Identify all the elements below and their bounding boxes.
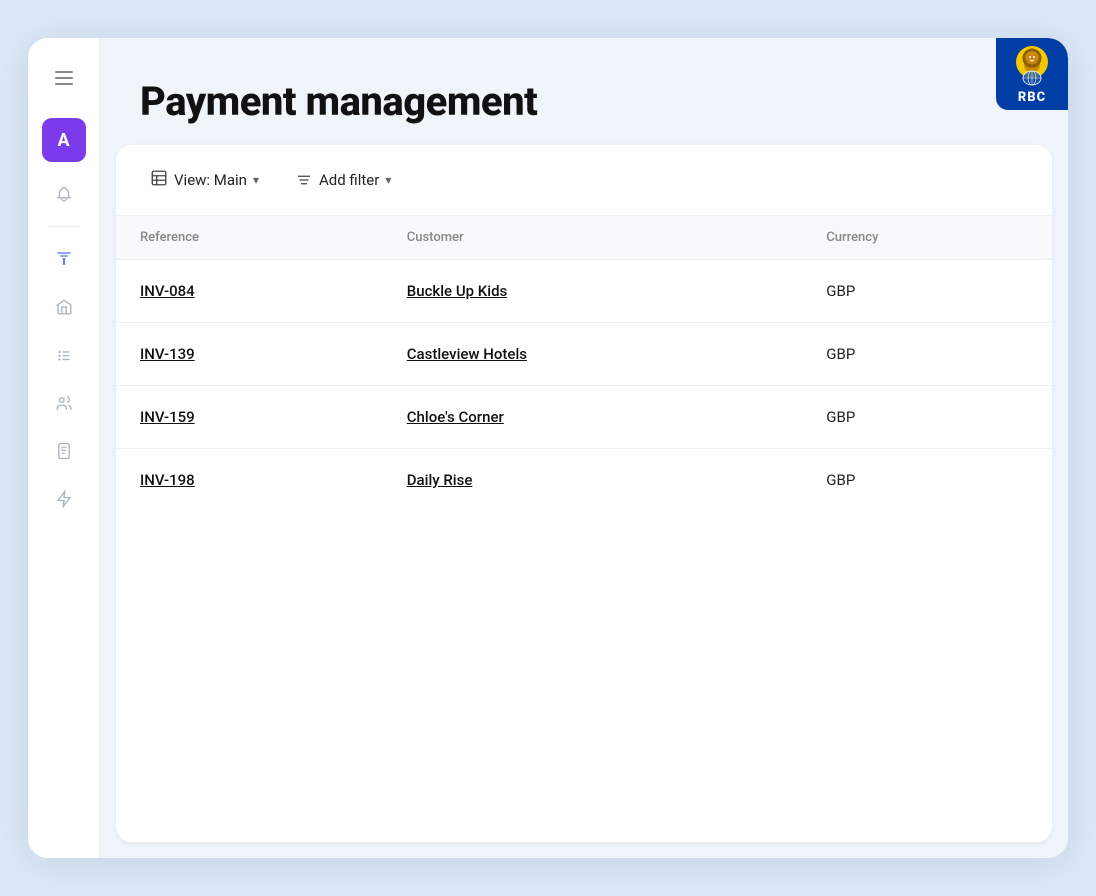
main-content: Payment management View: Main ▾	[100, 38, 1068, 858]
reference-link[interactable]: INV-084	[140, 282, 195, 300]
currency-value: GBP	[826, 408, 855, 426]
invoice-icon: £	[55, 442, 73, 460]
page-title: Payment management	[140, 78, 1028, 125]
toolbar: View: Main ▾ Add filter ▾	[116, 145, 1052, 216]
notification-button[interactable]	[44, 174, 84, 214]
col-customer: Customer	[383, 216, 803, 260]
payments-table: Reference Customer Currency INV-084 Buck…	[116, 216, 1052, 511]
col-currency: Currency	[802, 216, 1052, 260]
table-body: INV-084 Buckle Up Kids GBP INV-139 Castl…	[116, 260, 1052, 512]
users-icon	[55, 394, 73, 412]
home-icon	[55, 298, 73, 316]
cell-reference: INV-159	[116, 386, 383, 449]
tasks-icon	[55, 346, 73, 364]
cell-currency: GBP	[802, 386, 1052, 449]
table-row: INV-139 Castleview Hotels GBP	[116, 323, 1052, 386]
cell-customer: Daily Rise	[383, 449, 803, 512]
lightning-icon	[55, 490, 73, 508]
filter-button[interactable]: Add filter ▾	[285, 165, 401, 195]
cell-currency: GBP	[802, 260, 1052, 323]
cell-customer: Castleview Hotels	[383, 323, 803, 386]
currency-value: GBP	[826, 471, 855, 489]
nav-payments-button[interactable]	[44, 239, 84, 279]
nav-home-button[interactable]	[44, 287, 84, 327]
cell-reference: INV-198	[116, 449, 383, 512]
filter-chevron-icon: ▾	[385, 173, 391, 187]
cell-reference: INV-139	[116, 323, 383, 386]
customer-link[interactable]: Daily Rise	[407, 471, 473, 489]
view-table-icon	[150, 169, 168, 191]
cell-currency: GBP	[802, 449, 1052, 512]
avatar[interactable]: A	[42, 118, 86, 162]
table-row: INV-084 Buckle Up Kids GBP	[116, 260, 1052, 323]
hamburger-icon	[55, 71, 73, 85]
cell-customer: Chloe's Corner	[383, 386, 803, 449]
filter-icon	[295, 171, 313, 189]
nav-tasks-button[interactable]	[44, 335, 84, 375]
view-label: View: Main	[174, 171, 247, 189]
table-row: INV-159 Chloe's Corner GBP	[116, 386, 1052, 449]
content-panel: View: Main ▾ Add filter ▾ R	[116, 145, 1052, 842]
nav-lightning-button[interactable]	[44, 479, 84, 519]
menu-button[interactable]	[44, 58, 84, 98]
table-header: Reference Customer Currency	[116, 216, 1052, 260]
header-row: Reference Customer Currency	[116, 216, 1052, 260]
sidebar-divider-1	[48, 226, 80, 227]
view-chevron-icon: ▾	[253, 173, 259, 187]
reference-link[interactable]: INV-198	[140, 471, 195, 489]
sidebar: A	[28, 38, 100, 858]
table-row: INV-198 Daily Rise GBP	[116, 449, 1052, 512]
cell-customer: Buckle Up Kids	[383, 260, 803, 323]
filter-y-icon	[55, 250, 73, 268]
currency-value: GBP	[826, 345, 855, 363]
filter-label: Add filter	[319, 171, 379, 189]
currency-value: GBP	[826, 282, 855, 300]
bell-icon	[55, 185, 73, 203]
col-reference: Reference	[116, 216, 383, 260]
rbc-text: RBC	[1018, 90, 1046, 105]
rbc-lion-icon	[1010, 44, 1054, 88]
page-header: Payment management	[100, 38, 1068, 145]
customer-link[interactable]: Chloe's Corner	[407, 408, 504, 426]
customer-link[interactable]: Buckle Up Kids	[407, 282, 508, 300]
nav-users-button[interactable]	[44, 383, 84, 423]
nav-invoices-button[interactable]: £	[44, 431, 84, 471]
cell-currency: GBP	[802, 323, 1052, 386]
customer-link[interactable]: Castleview Hotels	[407, 345, 527, 363]
view-selector-button[interactable]: View: Main ▾	[140, 163, 269, 197]
rbc-logo: RBC	[996, 38, 1068, 110]
reference-link[interactable]: INV-139	[140, 345, 195, 363]
app-container: RBC A	[28, 38, 1068, 858]
cell-reference: INV-084	[116, 260, 383, 323]
reference-link[interactable]: INV-159	[140, 408, 195, 426]
